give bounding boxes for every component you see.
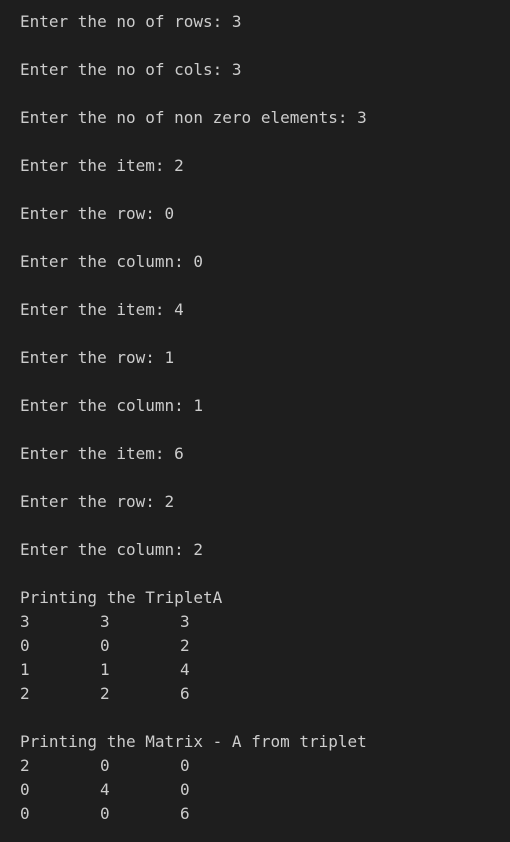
triplet-cell: 1 xyxy=(100,660,110,679)
triplet-row: 2 2 6 xyxy=(20,682,510,706)
prompt-column: Enter the column: 2 xyxy=(20,540,204,559)
matrix-row: 0 4 0 xyxy=(20,778,510,802)
triplet-cell: 4 xyxy=(180,660,190,679)
triplet-cell: 2 xyxy=(20,684,30,703)
prompt-item: Enter the item: 6 xyxy=(20,444,184,463)
prompt-row: Enter the row: 0 xyxy=(20,204,175,223)
matrix-cell: 6 xyxy=(180,804,190,823)
matrix-cell: 0 xyxy=(20,780,30,799)
triplet-row: 1 1 4 xyxy=(20,658,510,682)
prompt-cols: Enter the no of cols: 3 xyxy=(20,60,242,79)
triplet-cell: 1 xyxy=(20,660,30,679)
triplet-row: 0 0 2 xyxy=(20,634,510,658)
matrix-table: 2 0 0 0 4 0 0 0 6 xyxy=(20,754,510,826)
triplet-cell: 3 xyxy=(100,612,110,631)
triplet-cell: 2 xyxy=(180,636,190,655)
triplet-cell: 0 xyxy=(20,636,30,655)
triplet-row: 3 3 3 xyxy=(20,610,510,634)
prompt-column: Enter the column: 0 xyxy=(20,252,204,271)
prompt-nonzero: Enter the no of non zero elements: 3 xyxy=(20,108,367,127)
prompt-row: Enter the row: 1 xyxy=(20,348,175,367)
matrix-cell: 4 xyxy=(100,780,110,799)
matrix-cell: 0 xyxy=(20,804,30,823)
matrix-row: 2 0 0 xyxy=(20,754,510,778)
matrix-row: 0 0 6 xyxy=(20,802,510,826)
matrix-cell: 2 xyxy=(20,756,30,775)
matrix-cell: 0 xyxy=(180,756,190,775)
prompt-item: Enter the item: 4 xyxy=(20,300,184,319)
matrix-cell: 0 xyxy=(100,804,110,823)
matrix-cell: 0 xyxy=(180,780,190,799)
triplet-heading: Printing the TripletA xyxy=(20,588,223,607)
triplet-cell: 6 xyxy=(180,684,190,703)
triplet-table: 3 3 3 0 0 2 1 1 4 2 2 6 xyxy=(20,610,510,706)
matrix-heading: Printing the Matrix - A from triplet xyxy=(20,732,367,751)
triplet-cell: 3 xyxy=(180,612,190,631)
triplet-cell: 3 xyxy=(20,612,30,631)
prompt-item: Enter the item: 2 xyxy=(20,156,184,175)
matrix-cell: 0 xyxy=(100,756,110,775)
prompt-rows: Enter the no of rows: 3 xyxy=(20,12,242,31)
triplet-cell: 2 xyxy=(100,684,110,703)
prompt-row: Enter the row: 2 xyxy=(20,492,175,511)
prompt-column: Enter the column: 1 xyxy=(20,396,204,415)
terminal-output: Enter the no of rows: 3 Enter the no of … xyxy=(20,10,510,826)
triplet-cell: 0 xyxy=(100,636,110,655)
